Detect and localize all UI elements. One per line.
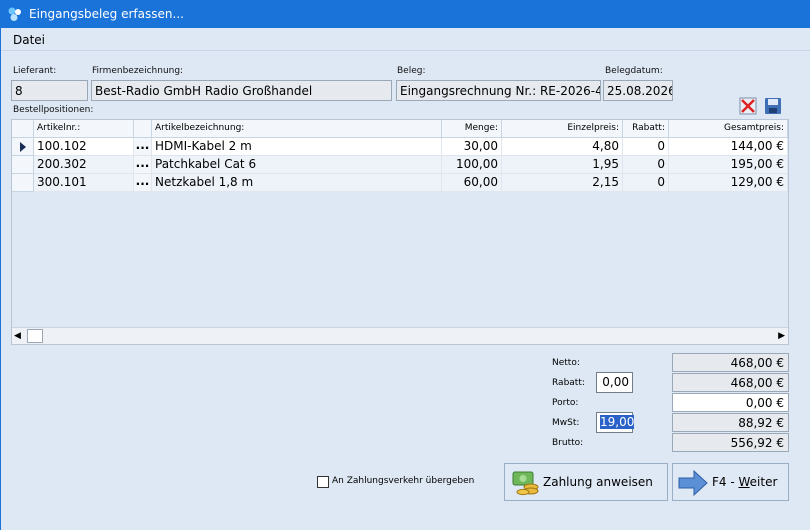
col-einzelpreis[interactable]: Einzelpreis: (502, 120, 623, 138)
cell-gesamtpreis[interactable]: 129,00 € (669, 174, 788, 192)
header-rowselector (12, 120, 34, 138)
cell-einzelpreis[interactable]: 1,95 (502, 156, 623, 174)
mwst-value: 88,92 € (672, 413, 789, 432)
menu-datei[interactable]: Datei (13, 33, 45, 47)
weiter-button[interactable]: F4 - Weiter (672, 463, 789, 501)
row-selector[interactable] (12, 138, 34, 156)
belegdatum-field[interactable]: 25.08.2026 (603, 80, 673, 101)
cell-rabatt[interactable]: 0 (623, 138, 669, 156)
beleg-label: Beleg: (397, 66, 426, 76)
weiter-label: F4 - Weiter (712, 475, 778, 489)
rabatt-value: 468,00 € (672, 373, 789, 392)
col-gesamtpreis[interactable]: Gesamtpreis: (669, 120, 788, 138)
cell-gesamtpreis[interactable]: 195,00 € (669, 156, 788, 174)
bestellpositionen-grid[interactable]: Artikelnr.: Artikelbezeichnung: Menge: E… (11, 119, 789, 345)
lookup-button[interactable]: ... (134, 156, 152, 174)
rabatt-input[interactable]: 0,00 (596, 372, 633, 393)
title-bar: Eingangsbeleg erfassen... (1, 0, 810, 28)
col-lookup (134, 120, 152, 138)
delete-icon[interactable] (739, 97, 757, 115)
current-row-arrow-icon (20, 142, 26, 152)
scrollbar-thumb[interactable] (27, 329, 43, 343)
cell-menge[interactable]: 100,00 (442, 156, 502, 174)
cell-bezeichnung[interactable]: HDMI-Kabel 2 m (152, 138, 442, 156)
horizontal-scrollbar[interactable]: ◀ ▶ (12, 327, 788, 344)
cell-artikelnr[interactable]: 300.101 (34, 174, 134, 192)
bestellpositionen-label: Bestellpositionen: (13, 105, 94, 115)
save-icon[interactable] (764, 97, 782, 115)
eingangsbeleg-window: Eingangsbeleg erfassen... Datei Lieferan… (0, 0, 810, 530)
window-title: Eingangsbeleg erfassen... (29, 7, 184, 21)
cell-rabatt[interactable]: 0 (623, 156, 669, 174)
cell-bezeichnung[interactable]: Patchkabel Cat 6 (152, 156, 442, 174)
mwst-label: MwSt: (552, 418, 580, 428)
col-menge[interactable]: Menge: (442, 120, 502, 138)
firma-field[interactable]: Best-Radio GmbH Radio Großhandel (91, 80, 392, 101)
zahlung-anweisen-button[interactable]: Zahlung anweisen (504, 463, 668, 501)
grid-header: Artikelnr.: Artikelbezeichnung: Menge: E… (12, 120, 788, 138)
scroll-left-arrow-icon[interactable]: ◀ (14, 331, 21, 341)
mwst-input[interactable]: 19,00 (596, 412, 635, 433)
cell-artikelnr[interactable]: 200.302 (34, 156, 134, 174)
app-logo-icon (8, 7, 21, 21)
rabatt-label: Rabatt: (552, 378, 585, 388)
cell-gesamtpreis[interactable]: 144,00 € (669, 138, 788, 156)
row-selector[interactable] (12, 174, 34, 192)
table-row[interactable]: 100.102 ... HDMI-Kabel 2 m 30,00 4,80 0 … (12, 138, 788, 156)
cell-menge[interactable]: 60,00 (442, 174, 502, 192)
firma-label: Firmenbezeichnung: (92, 66, 184, 76)
cell-einzelpreis[interactable]: 4,80 (502, 138, 623, 156)
porto-label: Porto: (552, 398, 579, 408)
cell-menge[interactable]: 30,00 (442, 138, 502, 156)
cell-bezeichnung[interactable]: Netzkabel 1,8 m (152, 174, 442, 192)
col-rabatt[interactable]: Rabatt: (623, 120, 669, 138)
netto-value: 468,00 € (672, 353, 789, 372)
menu-bar: Datei (1, 29, 810, 51)
row-selector[interactable] (12, 156, 34, 174)
porto-field[interactable]: 0,00 € (672, 393, 789, 412)
beleg-field[interactable]: Eingangsrechnung Nr.: RE-2026-4718 (396, 80, 601, 101)
cell-rabatt[interactable]: 0 (623, 174, 669, 192)
cell-artikelnr[interactable]: 100.102 (34, 138, 134, 156)
scroll-right-arrow-icon[interactable]: ▶ (778, 331, 785, 341)
col-artikelnr[interactable]: Artikelnr.: (34, 120, 134, 138)
netto-label: Netto: (552, 358, 580, 368)
lieferant-field[interactable]: 8 (11, 80, 88, 101)
money-coins-icon (512, 471, 539, 496)
lieferant-label: Lieferant: (13, 66, 57, 76)
belegdatum-label: Belegdatum: (605, 66, 663, 76)
lookup-button[interactable]: ... (134, 174, 152, 192)
zahlungsverkehr-checkbox[interactable] (317, 476, 329, 488)
brutto-label: Brutto: (552, 438, 584, 448)
arrow-right-icon (678, 469, 708, 497)
table-row[interactable]: 300.101 ... Netzkabel 1,8 m 60,00 2,15 0… (12, 174, 788, 192)
brutto-value: 556,92 € (672, 433, 789, 452)
zahlungsverkehr-label: An Zahlungsverkehr übergeben (332, 476, 475, 486)
lookup-button[interactable]: ... (134, 138, 152, 156)
zahlung-anweisen-label: Zahlung anweisen (543, 475, 653, 489)
cell-einzelpreis[interactable]: 2,15 (502, 174, 623, 192)
col-bezeichnung[interactable]: Artikelbezeichnung: (152, 120, 442, 138)
table-row[interactable]: 200.302 ... Patchkabel Cat 6 100,00 1,95… (12, 156, 788, 174)
